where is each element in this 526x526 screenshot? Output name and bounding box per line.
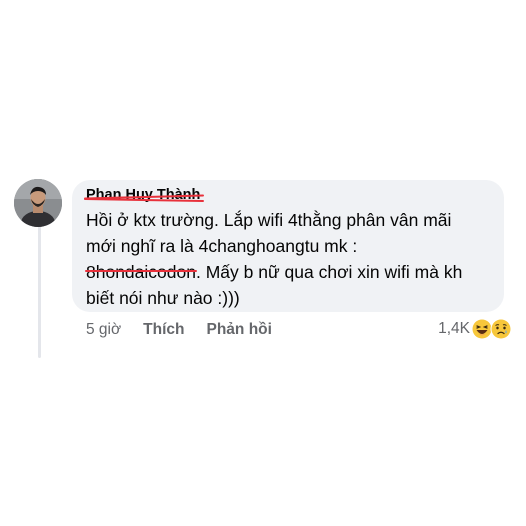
reaction-count[interactable]: 1,4K (438, 320, 470, 338)
comment-text-line: 8hondaicodon. Mấy b nữ qua chơi xin wifi… (85, 259, 490, 285)
comment-text-line: biết nói như nào :))) (86, 288, 240, 308)
reply-button[interactable]: Phản hồi (207, 321, 272, 339)
avatar-photo-icon (14, 179, 62, 227)
avatar[interactable] (14, 179, 62, 227)
comment-bubble: Phan Huy Thành Hồi ở ktx trường. Lắp wif… (72, 180, 504, 312)
comment-text-span: . Mấy b nữ qua chơi xin wifi mà kh (195, 262, 463, 282)
comment-actions: 5 giờ Thích Phản hồi (86, 319, 294, 341)
redacted-password: 8hondaicodon (86, 262, 196, 282)
like-button[interactable]: Thích (143, 321, 184, 339)
reaction-summary[interactable]: 1,4K (438, 316, 512, 342)
redaction-strike (85, 270, 197, 272)
redacted-text: 8hondaicodon (85, 259, 197, 285)
comment-timestamp[interactable]: 5 giờ (86, 321, 121, 339)
sad-emoji-icon (490, 318, 512, 340)
comment-author[interactable]: Phan Huy Thành (83, 186, 205, 205)
comment-text-line: mới nghĩ ra là 4changhoangtu mk : (86, 236, 358, 256)
thread-line (38, 226, 41, 358)
comment-text-line: Hồi ở ktx trường. Lắp wifi 4thằng phân v… (86, 210, 452, 230)
